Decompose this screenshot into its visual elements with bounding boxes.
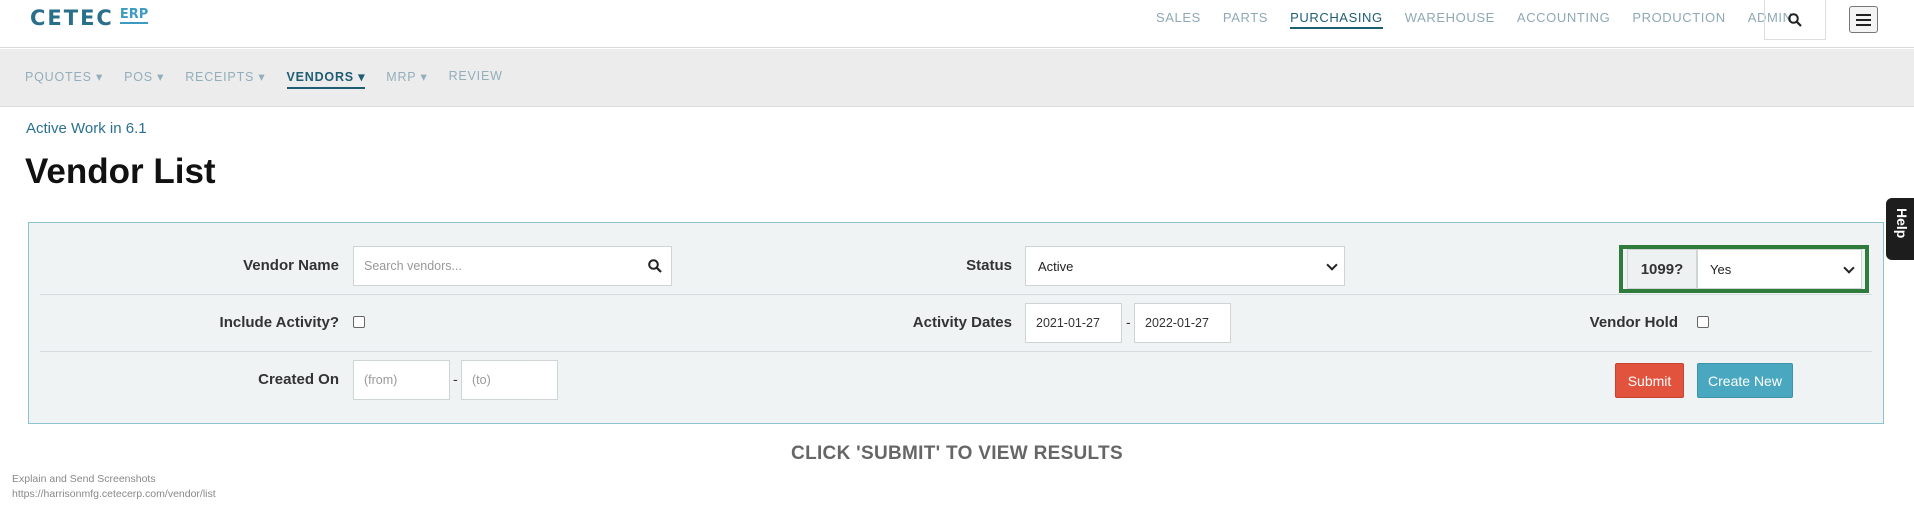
status-label: Status <box>966 257 1012 274</box>
results-message: CLICK 'SUBMIT' TO VIEW RESULTS <box>791 443 1123 464</box>
nav-production[interactable]: PRODUCTION <box>1632 10 1725 29</box>
include-activity-label: Include Activity? <box>219 314 339 331</box>
row-divider <box>40 294 1872 295</box>
chevron-down-icon <box>1843 262 1855 274</box>
subnav-review[interactable]: REVIEW <box>449 69 503 89</box>
breadcrumb[interactable]: Active Work in 6.1 <box>26 120 147 137</box>
cetec-logo[interactable]: CETEC ERP <box>30 6 149 30</box>
created-from-date[interactable]: (from) <box>353 360 450 400</box>
date-range-separator: - <box>1126 314 1131 330</box>
hamburger-menu-icon[interactable] <box>1849 6 1878 33</box>
subnav-mrp[interactable]: MRP ▾ <box>386 69 427 89</box>
activity-dates-label: Activity Dates <box>912 314 1012 331</box>
vendor-hold-checkbox[interactable] <box>1697 316 1709 328</box>
nav-parts[interactable]: PARTS <box>1223 10 1268 29</box>
logo-erp-text: ERP <box>119 7 149 24</box>
search-icon[interactable] <box>648 259 662 273</box>
nav-accounting[interactable]: ACCOUNTING <box>1517 10 1610 29</box>
form-1099-select[interactable]: Yes <box>1697 249 1862 289</box>
page-title: Vendor List <box>25 152 216 191</box>
subnav-receipts[interactable]: RECEIPTS ▾ <box>185 69 265 89</box>
row-divider <box>40 351 1872 352</box>
main-nav: SALES PARTS PURCHASING WAREHOUSE ACCOUNT… <box>1156 10 1815 29</box>
nav-sales[interactable]: SALES <box>1156 10 1201 29</box>
page-url: https://harrisonmfg.cetecerp.com/vendor/… <box>12 488 216 500</box>
create-new-button[interactable]: Create New <box>1697 363 1793 398</box>
explain-screenshots-link[interactable]: Explain and Send Screenshots <box>12 473 156 485</box>
form-1099-value: Yes <box>1710 261 1732 277</box>
sub-nav: PQUOTES ▾ POS ▾ RECEIPTS ▾ VENDORS ▾ MRP… <box>25 69 524 89</box>
search-icon <box>1788 12 1802 27</box>
status-value: Active <box>1038 258 1074 274</box>
nav-purchasing[interactable]: PURCHASING <box>1290 10 1383 29</box>
created-to-date[interactable]: (to) <box>461 360 558 400</box>
logo-text: CETEC <box>30 6 114 30</box>
include-activity-checkbox[interactable] <box>353 316 365 328</box>
sub-nav-bar: PQUOTES ▾ POS ▾ RECEIPTS ▾ VENDORS ▾ MRP… <box>0 49 1914 107</box>
activity-to-date[interactable]: 2022-01-27 <box>1134 303 1231 343</box>
subnav-pos[interactable]: POS ▾ <box>124 69 164 89</box>
help-label: Help <box>1894 208 1910 239</box>
nav-warehouse[interactable]: WAREHOUSE <box>1405 10 1495 29</box>
form-1099-label: 1099? <box>1627 249 1697 289</box>
created-on-label: Created On <box>258 371 339 388</box>
top-header: CETEC ERP SALES PARTS PURCHASING WAREHOU… <box>0 0 1914 48</box>
subnav-vendors[interactable]: VENDORS ▾ <box>286 69 366 89</box>
created-range-separator: - <box>453 371 458 387</box>
vendor-name-input[interactable]: Search vendors... <box>353 246 672 286</box>
help-tab[interactable]: Help <box>1886 198 1914 260</box>
vendor-name-label: Vendor Name <box>243 257 339 274</box>
vendor-hold-label: Vendor Hold <box>1589 314 1678 331</box>
status-select[interactable]: Active <box>1025 246 1345 286</box>
subnav-pquotes[interactable]: PQUOTES ▾ <box>25 69 103 89</box>
global-search-button[interactable] <box>1764 0 1826 40</box>
chevron-down-icon <box>1326 259 1338 271</box>
activity-from-date[interactable]: 2021-01-27 <box>1025 303 1122 343</box>
submit-button[interactable]: Submit <box>1615 363 1684 398</box>
